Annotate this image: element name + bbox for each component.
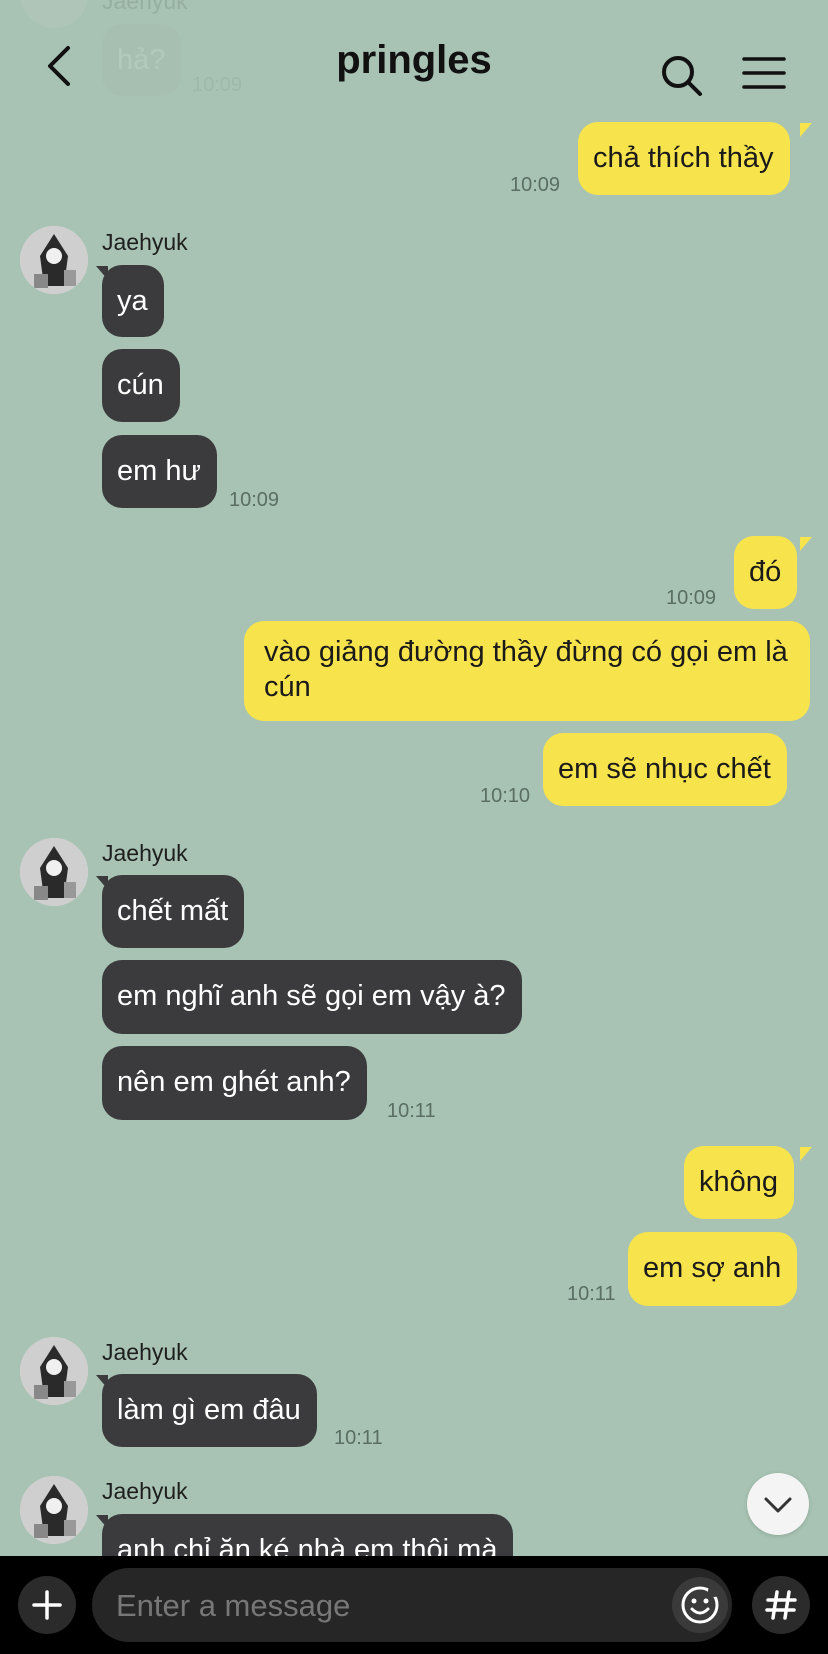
- avatar[interactable]: [20, 226, 88, 294]
- hamburger-menu-icon: [742, 57, 786, 89]
- search-icon: [662, 56, 702, 96]
- their-message-bubble[interactable]: nên em ghét anh?: [102, 1046, 367, 1120]
- my-message-bubble[interactable]: đó: [734, 536, 798, 609]
- their-message-bubble[interactable]: cún: [102, 349, 180, 422]
- menu-button[interactable]: [742, 56, 786, 92]
- their-message-bubble[interactable]: anh chỉ ăn ké nhà em thôi mà: [102, 1514, 514, 1556]
- message-time: 10:11: [387, 1100, 436, 1122]
- plus-icon: [32, 1590, 62, 1620]
- emoji-button[interactable]: [672, 1577, 728, 1633]
- avatar[interactable]: [20, 838, 88, 906]
- my-message-bubble[interactable]: vào giảng đường thầy đừng có gọi em là c…: [244, 621, 810, 721]
- my-message-bubble[interactable]: chả thích thầy: [578, 122, 790, 195]
- message-time: 10:09: [666, 587, 717, 609]
- message-time: 10:09: [510, 174, 561, 196]
- message-input-bar: [0, 1556, 828, 1654]
- emoji-icon: [681, 1585, 720, 1624]
- sender-name: Jaehyuk: [102, 229, 188, 255]
- message-time: 10:09: [229, 489, 280, 511]
- bubble-tail: [800, 123, 812, 137]
- message-input[interactable]: [114, 1568, 638, 1644]
- hashtag-button[interactable]: [752, 1576, 810, 1634]
- avatar-image: [20, 226, 88, 294]
- my-message-bubble[interactable]: không: [684, 1146, 795, 1219]
- sender-name: Jaehyuk: [102, 840, 188, 866]
- their-message-bubble[interactable]: ya: [102, 265, 164, 337]
- avatar-image: [20, 1476, 88, 1544]
- chevron-down-icon: [764, 1497, 792, 1513]
- their-message-bubble[interactable]: làm gì em đâu: [102, 1374, 317, 1447]
- avatar[interactable]: [20, 1337, 88, 1405]
- chat-header: pringles: [0, 0, 828, 120]
- bubble-tail: [800, 1147, 812, 1161]
- message-time: 10:10: [480, 785, 531, 807]
- avatar[interactable]: [20, 1476, 88, 1544]
- message-field[interactable]: [92, 1568, 732, 1644]
- their-message-bubble[interactable]: em nghĩ anh sẽ gọi em vậy à?: [102, 960, 522, 1034]
- attach-button[interactable]: [18, 1576, 76, 1634]
- chat-area[interactable]: Jaehyuk hả? 10:09 chả thích thầy 10:09 J…: [0, 0, 828, 1556]
- sender-name: Jaehyuk: [102, 1478, 188, 1504]
- their-message-bubble[interactable]: chết mất: [102, 875, 245, 948]
- avatar-image: [20, 1337, 88, 1405]
- my-message-bubble[interactable]: em sợ anh: [628, 1232, 798, 1306]
- scroll-to-bottom-button[interactable]: [747, 1473, 809, 1535]
- avatar-image: [20, 838, 88, 906]
- hashtag-icon: [765, 1590, 797, 1620]
- sender-name: Jaehyuk: [102, 1339, 188, 1365]
- bubble-tail: [800, 537, 812, 551]
- my-message-bubble[interactable]: em sẽ nhục chết: [543, 733, 787, 806]
- their-message-bubble[interactable]: em hư: [102, 435, 217, 508]
- search-button[interactable]: [660, 54, 704, 98]
- message-time: 10:11: [334, 1427, 383, 1449]
- message-time: 10:11: [567, 1283, 616, 1305]
